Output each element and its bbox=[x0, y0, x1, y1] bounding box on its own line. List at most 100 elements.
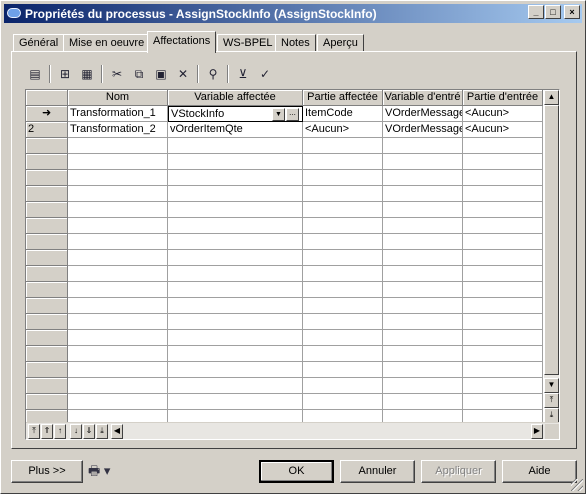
empty-cell[interactable] bbox=[463, 138, 543, 154]
cell-variable-affectee-editor[interactable]: VStockInfo ▼ ... bbox=[168, 106, 303, 122]
empty-cell[interactable] bbox=[383, 186, 463, 202]
empty-cell[interactable] bbox=[68, 170, 168, 186]
paste-icon[interactable]: ▣ bbox=[151, 64, 171, 84]
move-down-icon[interactable]: ↓ bbox=[70, 424, 82, 439]
empty-cell[interactable] bbox=[383, 378, 463, 394]
empty-cell[interactable] bbox=[303, 298, 383, 314]
cell-variable-affectee[interactable]: vOrderItemQte bbox=[168, 122, 303, 138]
cut-icon[interactable]: ✂ bbox=[107, 64, 127, 84]
empty-cell[interactable] bbox=[463, 218, 543, 234]
empty-cell[interactable] bbox=[303, 186, 383, 202]
empty-cell[interactable] bbox=[68, 346, 168, 362]
horizontal-scrollbar[interactable]: ⤒ ⇑ ↑ ↓ ⇓ ⤓ ◀ ▶ bbox=[26, 422, 559, 439]
cancel-button[interactable]: Annuler bbox=[340, 460, 415, 483]
empty-cell[interactable] bbox=[383, 202, 463, 218]
empty-cell[interactable] bbox=[168, 170, 303, 186]
empty-cell[interactable] bbox=[303, 170, 383, 186]
add-row-icon[interactable]: ▦ bbox=[77, 64, 97, 84]
scroll-up-icon[interactable]: ▲ bbox=[544, 90, 559, 105]
empty-cell[interactable] bbox=[68, 330, 168, 346]
scroll-thumb[interactable] bbox=[544, 105, 559, 375]
empty-cell[interactable] bbox=[463, 298, 543, 314]
empty-cell[interactable] bbox=[68, 362, 168, 378]
close-button[interactable]: × bbox=[564, 5, 580, 19]
empty-cell[interactable] bbox=[303, 346, 383, 362]
empty-cell[interactable] bbox=[383, 330, 463, 346]
empty-cell[interactable] bbox=[68, 154, 168, 170]
empty-cell[interactable] bbox=[168, 234, 303, 250]
empty-cell[interactable] bbox=[68, 234, 168, 250]
row-header-empty[interactable] bbox=[26, 330, 68, 346]
empty-cell[interactable] bbox=[303, 218, 383, 234]
customize-columns-icon[interactable]: ✓ bbox=[255, 64, 275, 84]
empty-cell[interactable] bbox=[383, 234, 463, 250]
empty-cell[interactable] bbox=[68, 394, 168, 410]
move-top-icon[interactable]: ⤒ bbox=[28, 424, 40, 439]
cell-variable-entree[interactable]: VOrderMessage bbox=[383, 122, 463, 138]
minimize-button[interactable]: _ bbox=[528, 5, 544, 19]
column-header-nom[interactable]: Nom bbox=[68, 90, 168, 106]
empty-cell[interactable] bbox=[303, 250, 383, 266]
empty-cell[interactable] bbox=[383, 362, 463, 378]
empty-cell[interactable] bbox=[168, 282, 303, 298]
empty-cell[interactable] bbox=[68, 250, 168, 266]
empty-cell[interactable] bbox=[463, 170, 543, 186]
empty-cell[interactable] bbox=[68, 378, 168, 394]
row-header-empty[interactable] bbox=[26, 138, 68, 154]
scroll-bottom-icon[interactable]: ⤓ bbox=[544, 408, 559, 423]
empty-cell[interactable] bbox=[463, 202, 543, 218]
copy-icon[interactable]: ⧉ bbox=[129, 64, 149, 84]
empty-cell[interactable] bbox=[383, 346, 463, 362]
ellipsis-button[interactable]: ... bbox=[286, 108, 299, 121]
column-header-variable-affectee[interactable]: Variable affectée bbox=[168, 90, 303, 106]
row-header-1[interactable]: ➜ bbox=[26, 106, 68, 122]
empty-cell[interactable] bbox=[383, 298, 463, 314]
tab-affectations[interactable]: Affectations bbox=[147, 31, 217, 53]
resize-grip-icon[interactable] bbox=[571, 479, 583, 491]
chevron-down-icon[interactable]: ▼ bbox=[272, 108, 285, 121]
empty-cell[interactable] bbox=[168, 250, 303, 266]
empty-cell[interactable] bbox=[463, 154, 543, 170]
empty-cell[interactable] bbox=[383, 266, 463, 282]
empty-cell[interactable] bbox=[463, 394, 543, 410]
empty-cell[interactable] bbox=[168, 330, 303, 346]
cell-partie-affectee[interactable]: <Aucun> bbox=[303, 122, 383, 138]
delete-icon[interactable]: ✕ bbox=[173, 64, 193, 84]
row-header-empty[interactable] bbox=[26, 202, 68, 218]
empty-cell[interactable] bbox=[168, 154, 303, 170]
empty-cell[interactable] bbox=[168, 346, 303, 362]
empty-cell[interactable] bbox=[383, 250, 463, 266]
scroll-down-icon[interactable]: ▼ bbox=[544, 378, 559, 393]
insert-row-icon[interactable]: ⊞ bbox=[55, 64, 75, 84]
row-header-empty[interactable] bbox=[26, 314, 68, 330]
empty-cell[interactable] bbox=[303, 394, 383, 410]
empty-cell[interactable] bbox=[463, 266, 543, 282]
empty-cell[interactable] bbox=[303, 362, 383, 378]
empty-cell[interactable] bbox=[383, 154, 463, 170]
cell-nom[interactable]: Transformation_1 bbox=[68, 106, 168, 122]
empty-cell[interactable] bbox=[463, 362, 543, 378]
empty-cell[interactable] bbox=[303, 202, 383, 218]
column-header-partie-affectee[interactable]: Partie affectée bbox=[303, 90, 383, 106]
empty-cell[interactable] bbox=[463, 250, 543, 266]
empty-cell[interactable] bbox=[463, 234, 543, 250]
row-header-empty[interactable] bbox=[26, 218, 68, 234]
row-header-empty[interactable] bbox=[26, 394, 68, 410]
print-icon[interactable]: 🖶 ▾ bbox=[88, 460, 128, 482]
ok-button[interactable]: OK bbox=[259, 460, 334, 483]
move-bottom-icon[interactable]: ⤓ bbox=[96, 424, 108, 439]
empty-cell[interactable] bbox=[168, 378, 303, 394]
empty-cell[interactable] bbox=[463, 282, 543, 298]
more-button[interactable]: Plus >> bbox=[11, 460, 83, 483]
empty-cell[interactable] bbox=[168, 202, 303, 218]
empty-cell[interactable] bbox=[463, 186, 543, 202]
row-header-empty[interactable] bbox=[26, 266, 68, 282]
row-header-empty[interactable] bbox=[26, 170, 68, 186]
empty-cell[interactable] bbox=[68, 186, 168, 202]
empty-cell[interactable] bbox=[463, 346, 543, 362]
empty-cell[interactable] bbox=[303, 314, 383, 330]
vertical-scrollbar[interactable]: ▲ ▼ ⤒ ⤓ bbox=[544, 90, 559, 423]
empty-cell[interactable] bbox=[303, 330, 383, 346]
empty-cell[interactable] bbox=[68, 218, 168, 234]
empty-cell[interactable] bbox=[68, 298, 168, 314]
